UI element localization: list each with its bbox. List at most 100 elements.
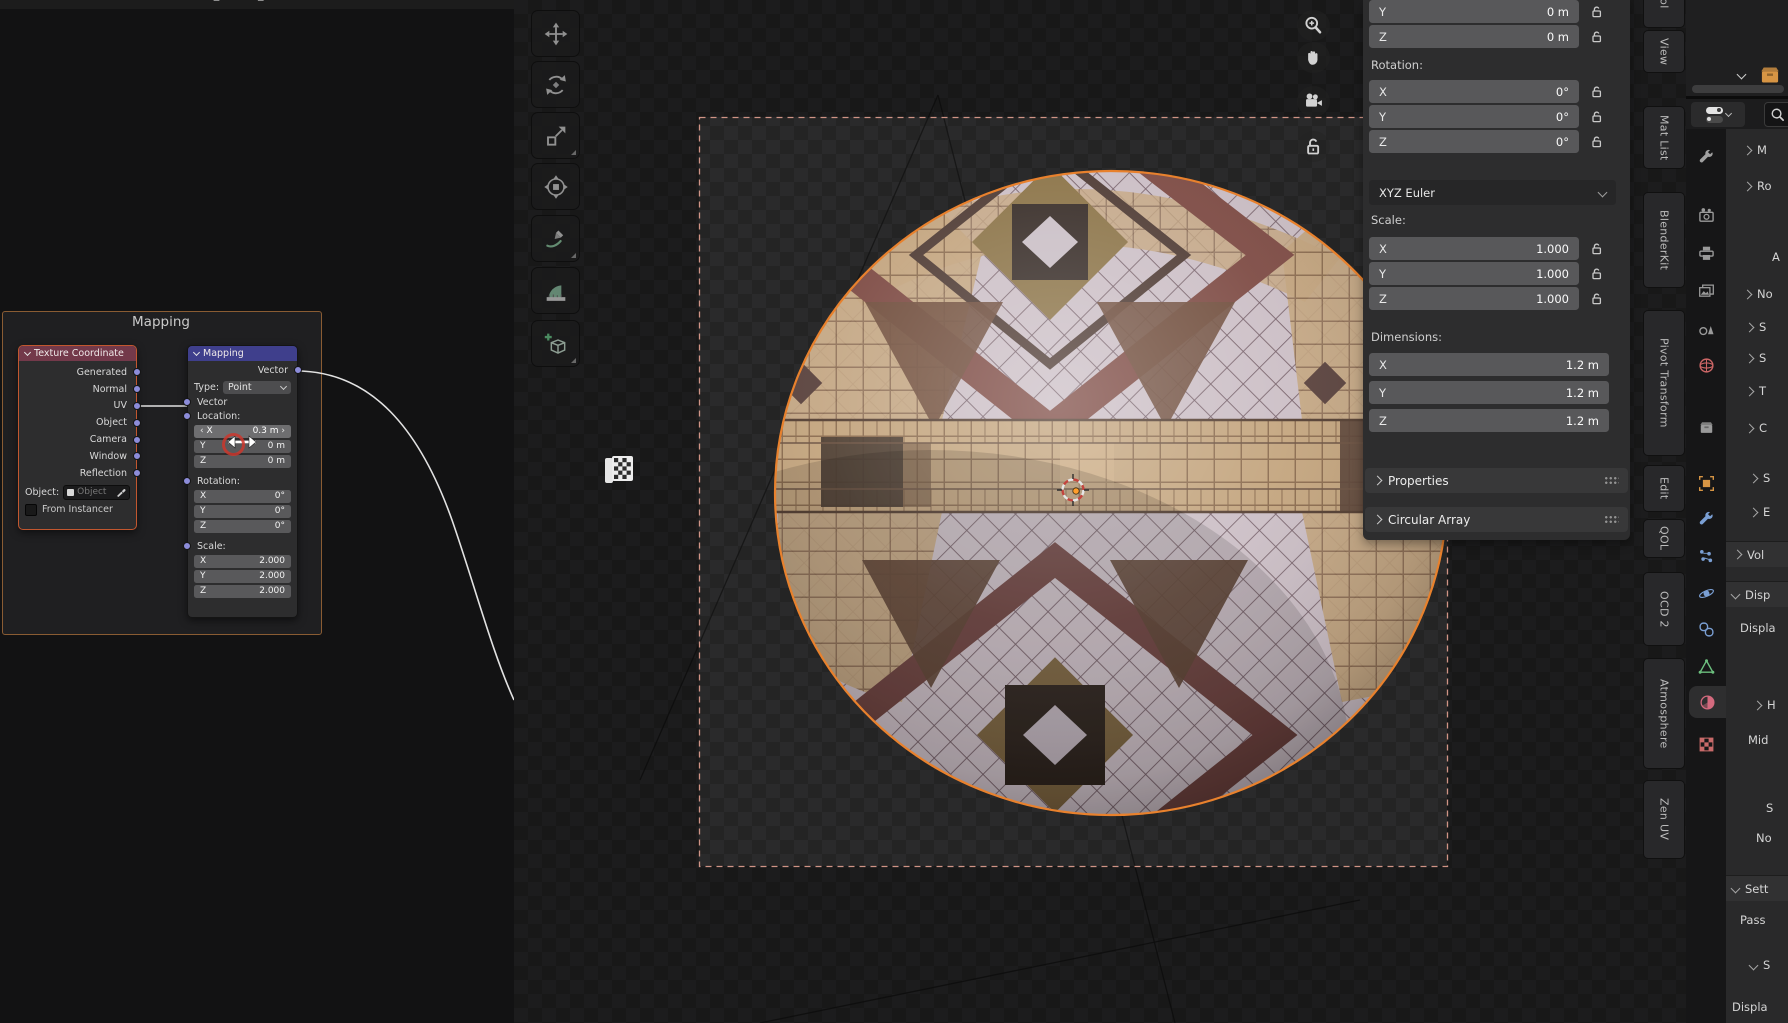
gizmo-button-camera-view[interactable]	[1297, 86, 1330, 117]
sidebar-tab[interactable]: Mat List	[1643, 106, 1685, 169]
panel-row-fragment[interactable]: Ro	[1726, 175, 1788, 197]
sidebar-tab[interactable]: Zen UV	[1643, 780, 1685, 859]
sidebar-tab[interactable]: Edit	[1643, 465, 1685, 512]
sidebar-tab[interactable]: Pivot Transform	[1643, 310, 1685, 456]
panel-row-fragment[interactable]: S	[1726, 467, 1788, 489]
gizmo-button-pan-hand[interactable]	[1297, 42, 1330, 73]
properties-tab-modifiers[interactable]	[1686, 503, 1726, 535]
breadcrumb-material[interactable]: Rust_marble_04	[190, 0, 278, 1]
node-mapping[interactable]: Mapping Vector Type: Point Vector Locati…	[187, 345, 298, 618]
breadcrumb-mesh[interactable]: Sphere	[111, 0, 150, 1]
lock-icon[interactable]	[1587, 130, 1607, 153]
scrollbar[interactable]	[1692, 85, 1784, 93]
properties-tab-render[interactable]	[1686, 199, 1726, 231]
panel-row-fragment[interactable]: T	[1726, 380, 1788, 402]
collapse-icon[interactable]	[193, 349, 200, 356]
properties-tab-collection[interactable]	[1686, 411, 1726, 443]
output-socket-row[interactable]: Generated	[19, 364, 136, 381]
vector-output-row[interactable]: Vector	[188, 361, 297, 379]
shader-editor[interactable]: Sphere Sphere Rust_marble_04 Mapping Tex…	[0, 0, 514, 1023]
drag-grip-icon[interactable]	[1604, 515, 1619, 524]
rotation-y-field[interactable]: Y0°	[1369, 105, 1579, 128]
sidebar-tab[interactable]: Atmosphere	[1643, 658, 1685, 769]
properties-tab-physics[interactable]	[1686, 577, 1726, 609]
panel-row-fragment[interactable]: Displa	[1726, 996, 1788, 1018]
properties-tab-particles[interactable]	[1686, 540, 1726, 572]
gizmo-button-lock-view[interactable]	[1297, 131, 1330, 162]
properties-tab-scene[interactable]	[1686, 312, 1726, 344]
scale-y-field[interactable]: Y1.000	[1369, 262, 1579, 285]
properties-tab-tool[interactable]	[1686, 141, 1726, 173]
panel-row-fragment[interactable]: No	[1726, 827, 1788, 849]
lock-icon[interactable]	[1587, 287, 1607, 310]
output-socket-row[interactable]: Camera	[19, 431, 136, 448]
location-x-field[interactable]: ‹ X 0.3 m ›	[194, 425, 291, 439]
lock-icon[interactable]	[1587, 105, 1607, 128]
type-dropdown[interactable]: Point	[223, 381, 291, 394]
editor-type-dropdown[interactable]	[1691, 102, 1745, 127]
sidebar-tab[interactable]: OCD 2	[1643, 572, 1685, 646]
location-y-field[interactable]: Y0 m	[194, 440, 291, 454]
properties-tab-output[interactable]	[1686, 237, 1726, 269]
rotation-mode-dropdown[interactable]: XYZ Euler	[1369, 180, 1616, 205]
rotation-z-field[interactable]: Z0°	[1369, 130, 1579, 153]
dimension-y-field[interactable]: Y1.2 m	[1369, 381, 1609, 404]
rotation-y-field[interactable]: Y0°	[194, 505, 291, 519]
output-socket-row[interactable]: UV	[19, 398, 136, 415]
properties-tab-world[interactable]	[1686, 349, 1726, 381]
panel-row-fragment[interactable]: C	[1726, 417, 1788, 439]
properties-tab-material[interactable]	[1689, 686, 1726, 718]
lock-icon[interactable]	[1587, 237, 1607, 260]
output-socket-row[interactable]: Reflection	[19, 465, 136, 482]
sidebar-tab[interactable]: Tool	[1643, 0, 1685, 28]
output-socket-row[interactable]: Object	[19, 414, 136, 431]
node-header[interactable]: Texture Coordinate	[19, 346, 136, 361]
sidebar-tab[interactable]: QOL	[1643, 519, 1685, 558]
output-socket-row[interactable]: Normal	[19, 381, 136, 398]
node-texture-coordinate[interactable]: Texture Coordinate Generated Normal UV O…	[18, 345, 137, 530]
scale-x-field[interactable]: X1.000	[1369, 237, 1579, 260]
panel-row-fragment[interactable]: Vol	[1726, 541, 1788, 567]
panel-row-fragment[interactable]: S	[1726, 797, 1788, 819]
location-z-field[interactable]: Z0 m	[194, 455, 291, 469]
search-input[interactable]	[1764, 102, 1788, 127]
panel-row-fragment[interactable]: Sett	[1726, 875, 1788, 901]
panel-row-fragment[interactable]: S	[1726, 347, 1788, 369]
panel-row-fragment[interactable]: Pass	[1726, 909, 1788, 931]
sidebar-tab[interactable]: View	[1643, 30, 1685, 73]
panel-row-fragment[interactable]: Displa	[1726, 617, 1788, 639]
output-socket-row[interactable]: Window	[19, 448, 136, 465]
location-y-field[interactable]: Y0 m	[1369, 0, 1579, 23]
collapse-icon[interactable]	[24, 349, 31, 356]
rotation-x-field[interactable]: X0°	[1369, 80, 1579, 103]
panel-row-fragment[interactable]: M	[1726, 139, 1788, 161]
rotation-x-field[interactable]: X0°	[194, 490, 291, 504]
panel-row-fragment[interactable]: A	[1726, 246, 1788, 268]
lock-icon[interactable]	[1587, 25, 1607, 48]
panel-row-fragment[interactable]: H	[1726, 694, 1788, 716]
object-picker[interactable]: Object	[63, 485, 130, 500]
node-header[interactable]: Mapping	[188, 346, 297, 361]
panel-row-fragment[interactable]: Mid	[1726, 729, 1788, 751]
gizmo-button-zoom[interactable]	[1297, 10, 1330, 41]
rotation-z-field[interactable]: Z0°	[194, 520, 291, 534]
sidebar-tab[interactable]: BlenderKit	[1643, 192, 1685, 288]
lock-icon[interactable]	[1587, 80, 1607, 103]
scale-z-field[interactable]: Z2.000	[194, 585, 291, 599]
properties-tab-view-layer[interactable]	[1686, 275, 1726, 307]
section-circular-array[interactable]: Circular Array	[1365, 507, 1628, 532]
location-z-field[interactable]: Z0 m	[1369, 25, 1579, 48]
from-instancer-checkbox[interactable]	[25, 504, 37, 516]
panel-row-fragment[interactable]: S	[1726, 954, 1788, 976]
eyedropper-icon[interactable]	[116, 487, 126, 497]
scale-y-field[interactable]: Y2.000	[194, 570, 291, 584]
lock-icon[interactable]	[1587, 262, 1607, 285]
properties-tab-object-data[interactable]	[1686, 650, 1726, 682]
collection-icon[interactable]	[1758, 63, 1782, 87]
panel-row-fragment[interactable]: Disp	[1726, 581, 1788, 607]
properties-tab-texture[interactable]	[1686, 728, 1726, 760]
dimension-x-field[interactable]: X1.2 m	[1369, 353, 1609, 376]
scale-x-field[interactable]: X2.000	[194, 555, 291, 569]
breadcrumb-object[interactable]: Sphere	[32, 0, 71, 1]
panel-row-fragment[interactable]: S	[1726, 316, 1788, 338]
